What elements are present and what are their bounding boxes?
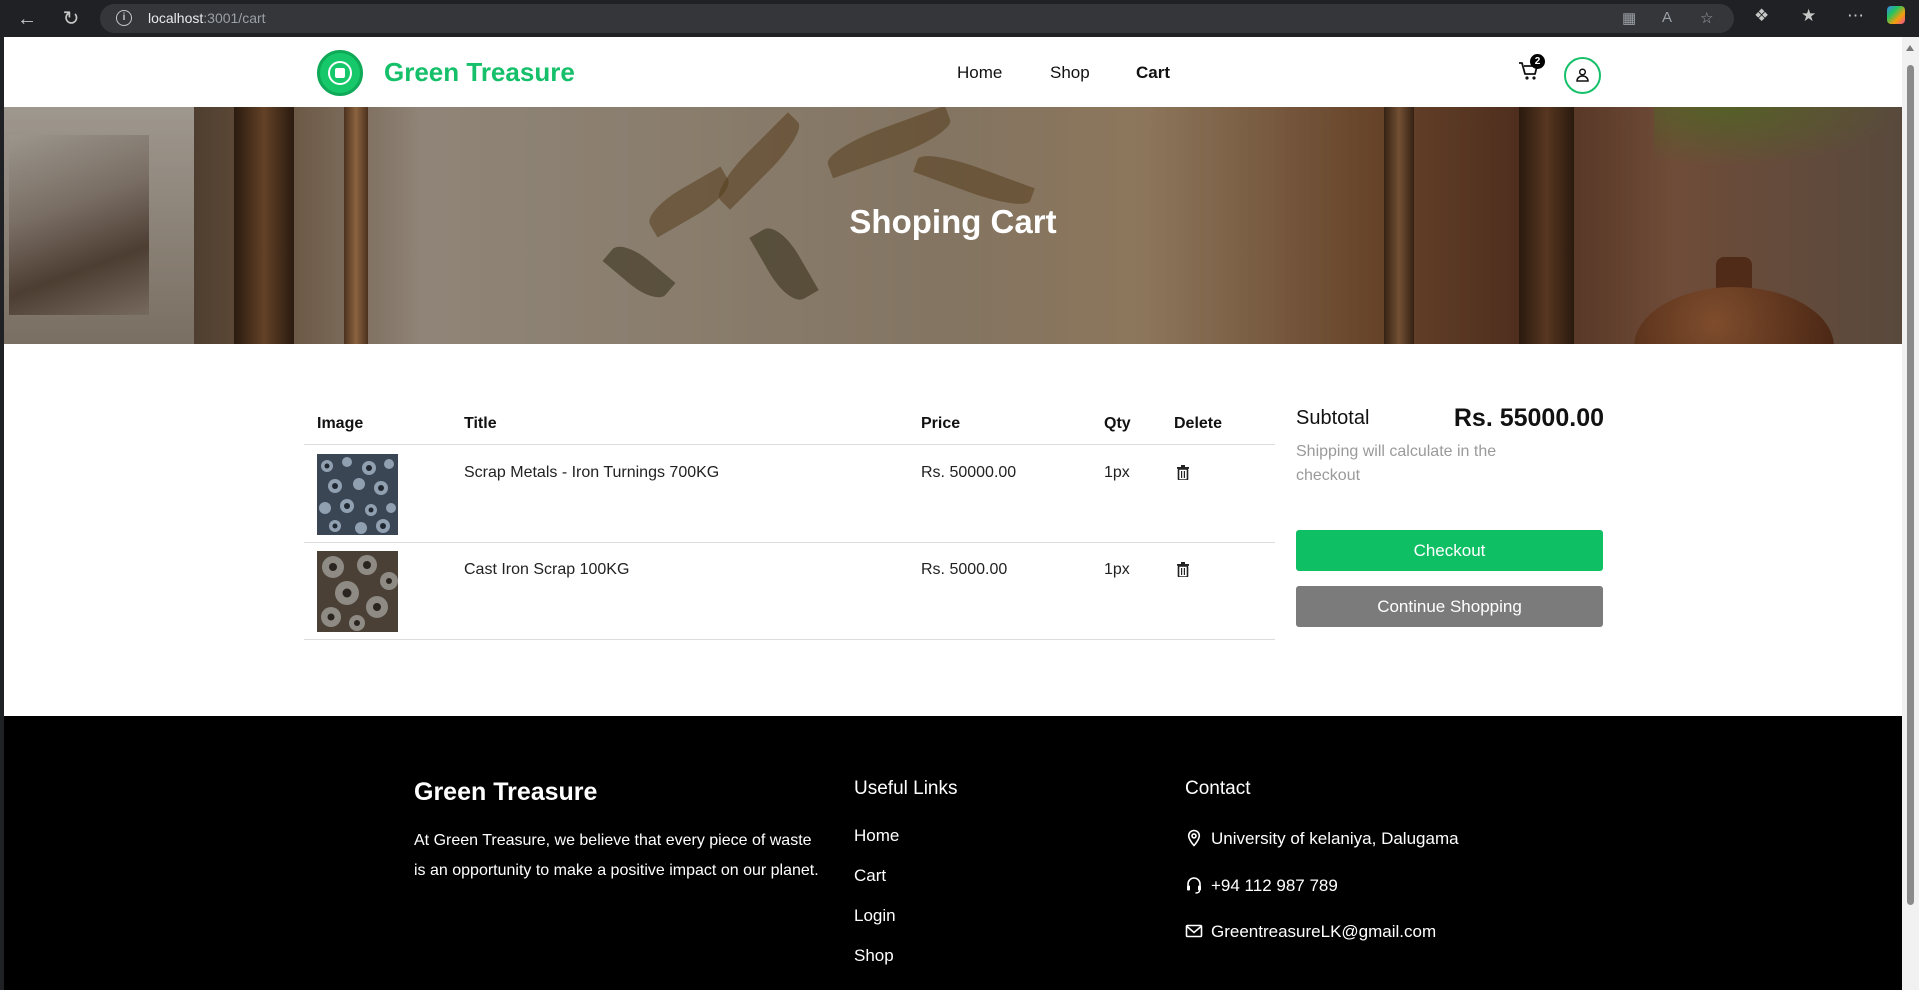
page-scrollbar[interactable] xyxy=(1902,37,1919,990)
url-path: :3001/cart xyxy=(203,10,266,26)
row-divider xyxy=(304,639,1275,640)
url-host: localhost xyxy=(148,10,204,26)
product-title[interactable]: Cast Iron Scrap 100KG xyxy=(464,561,629,579)
nav-cart[interactable]: Cart xyxy=(1136,63,1170,83)
user-icon xyxy=(1576,68,1589,82)
app-available-icon[interactable]: ▦ xyxy=(1622,9,1636,27)
brand-name[interactable]: Green Treasure xyxy=(384,57,575,88)
back-icon[interactable]: ← xyxy=(14,6,40,32)
cart-count-badge: 2 xyxy=(1530,54,1545,69)
nav-home[interactable]: Home xyxy=(957,63,1002,83)
col-header-delete: Delete xyxy=(1174,415,1223,432)
copilot-icon[interactable] xyxy=(1887,6,1905,24)
product-qty: 1px xyxy=(1104,464,1130,481)
col-header-qty: Qty xyxy=(1104,415,1131,432)
subtotal-value: Rs. 55000.00 xyxy=(1453,404,1604,432)
delete-trash-icon[interactable] xyxy=(1177,465,1189,480)
row-divider xyxy=(304,542,1275,543)
product-price: Rs. 5000.00 xyxy=(921,561,1008,578)
reload-icon[interactable]: ↻ xyxy=(58,6,84,32)
product-price: Rs. 50000.00 xyxy=(921,464,1017,481)
extensions-icon[interactable]: ❖ xyxy=(1754,6,1769,26)
site-info-icon[interactable]: i xyxy=(116,10,132,26)
logo-icon[interactable] xyxy=(317,50,363,96)
footer-link-cart[interactable]: Cart xyxy=(854,866,886,886)
footer-address: University of kelaniya, Dalugama xyxy=(1211,829,1459,848)
footer-link-home[interactable]: Home xyxy=(854,826,899,846)
footer-link-shop[interactable]: Shop xyxy=(854,946,894,966)
subtotal-label: Subtotal xyxy=(1296,407,1370,429)
read-aloud-icon[interactable]: A xyxy=(1662,9,1672,26)
page-viewport: Green Treasure Home Shop Cart 2 Shoping … xyxy=(4,37,1902,990)
col-header-title: Title xyxy=(464,415,497,432)
col-header-image: Image xyxy=(317,415,364,432)
footer-email[interactable]: GreentreasureLK@gmail.com xyxy=(1211,922,1436,942)
footer-brand: Green Treasure xyxy=(414,778,598,806)
hero-banner: Shoping Cart xyxy=(4,107,1902,344)
footer-phone[interactable]: +94 112 987 789 xyxy=(1211,876,1338,896)
footer-contact-heading: Contact xyxy=(1185,778,1251,799)
favorites-icon[interactable]: ★ xyxy=(1801,6,1816,26)
address-bar[interactable]: i localhost:3001/cart ▦ A ☆ xyxy=(100,4,1734,33)
footer-about-text: At Green Treasure, we believe that every… xyxy=(414,832,819,879)
url-text[interactable]: localhost:3001/cart xyxy=(148,10,266,26)
shipping-note: Shipping will calculate in the checkout xyxy=(1296,443,1497,484)
product-title[interactable]: Scrap Metals - Iron Turnings 700KG xyxy=(464,464,719,482)
more-menu-icon[interactable]: ⋯ xyxy=(1847,6,1864,26)
page-title: Shoping Cart xyxy=(849,203,1057,240)
mail-icon xyxy=(1185,924,1203,938)
browser-toolbar: ← ↻ i localhost:3001/cart ▦ A ☆ ❖ ★ ⋯ xyxy=(0,0,1919,37)
footer-links-heading: Useful Links xyxy=(854,778,958,799)
scroll-up-arrow-icon[interactable] xyxy=(1906,45,1914,51)
product-qty: 1px xyxy=(1104,561,1130,578)
checkout-button[interactable]: Checkout xyxy=(1296,530,1603,571)
header-divider xyxy=(304,444,1275,445)
scrollbar-thumb[interactable] xyxy=(1907,65,1914,905)
user-account-button[interactable] xyxy=(1564,57,1601,94)
site-header: Green Treasure Home Shop Cart 2 xyxy=(4,37,1902,107)
footer-link-login[interactable]: Login xyxy=(854,906,896,926)
product-image[interactable] xyxy=(317,454,398,535)
site-footer: Green Treasure At Green Treasure, we bel… xyxy=(4,716,1902,990)
continue-shopping-button[interactable]: Continue Shopping xyxy=(1296,586,1603,627)
col-header-price: Price xyxy=(921,415,961,432)
nav-shop[interactable]: Shop xyxy=(1050,63,1090,83)
favorite-star-icon[interactable]: ☆ xyxy=(1700,9,1713,27)
location-pin-icon xyxy=(1187,829,1201,847)
headset-icon xyxy=(1187,877,1201,894)
product-image[interactable] xyxy=(317,551,398,632)
delete-trash-icon[interactable] xyxy=(1177,562,1189,577)
